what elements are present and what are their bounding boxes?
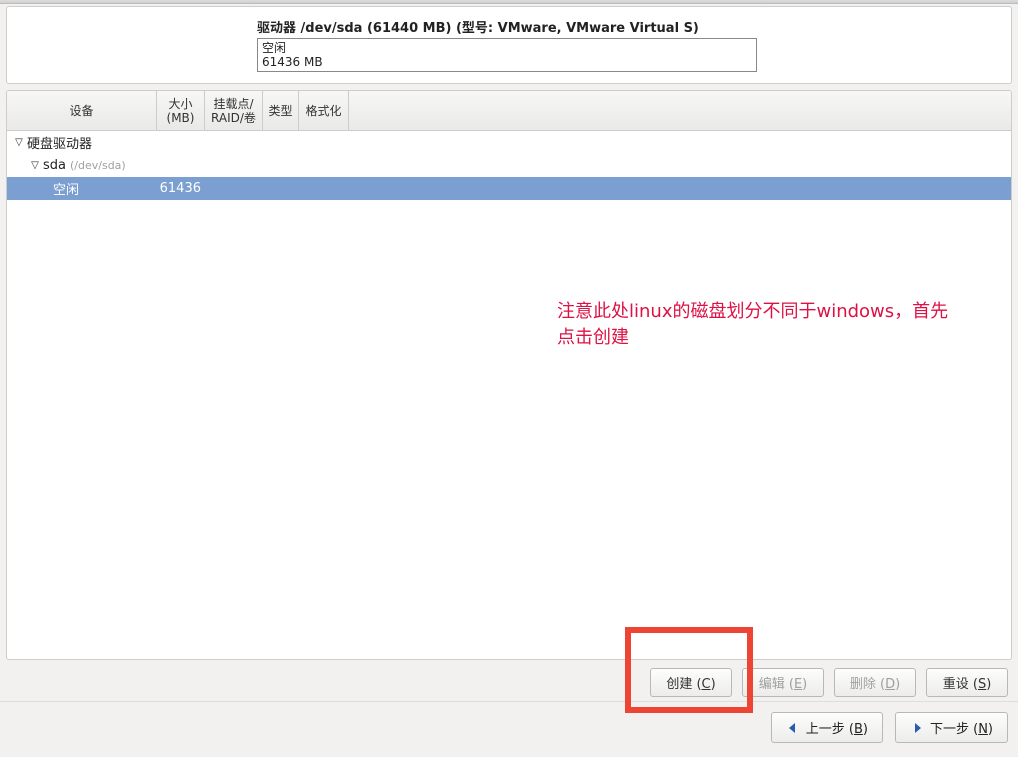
- tree-body[interactable]: ▽ 硬盘驱动器 ▽ sda (/dev/sda) 空闲 61436 注意此处li…: [7, 131, 1011, 659]
- reset-button[interactable]: 重设 (S): [926, 668, 1008, 697]
- back-button[interactable]: 上一步 (B): [771, 712, 883, 743]
- header-size[interactable]: 大小(MB): [157, 91, 205, 130]
- partition-bar-size: 61436 MB: [262, 55, 752, 69]
- partition-action-bar: 创建 (C) 编辑 (E) 删除 (D) 重设 (S): [0, 660, 1018, 701]
- header-format[interactable]: 格式化: [299, 91, 349, 130]
- header-type[interactable]: 类型: [263, 91, 299, 130]
- delete-button: 删除 (D): [834, 668, 916, 697]
- drive-summary-panel: 驱动器 /dev/sda (61440 MB) (型号: VMware, VMw…: [6, 6, 1012, 84]
- tree-row-hard-drives[interactable]: ▽ 硬盘驱动器: [7, 131, 1011, 154]
- tree-headers: 设备 大小(MB) 挂载点/RAID/卷 类型 格式化: [7, 91, 1011, 131]
- window-titlebar: [0, 0, 1018, 4]
- tree-label: 硬盘驱动器: [27, 133, 92, 152]
- tree-row-free[interactable]: 空闲 61436: [7, 177, 1011, 200]
- annotation-text: 注意此处linux的磁盘划分不同于windows，首先 点击创建: [557, 299, 948, 351]
- tree-label: 空闲: [53, 179, 79, 198]
- device-path: (/dev/sda): [70, 159, 126, 172]
- create-button[interactable]: 创建 (C): [650, 668, 732, 697]
- partition-usage-bar: 空闲 61436 MB: [257, 38, 757, 72]
- wizard-nav-bar: 上一步 (B) 下一步 (N): [0, 701, 1018, 753]
- tree-row-sda[interactable]: ▽ sda (/dev/sda): [7, 154, 1011, 177]
- next-button[interactable]: 下一步 (N): [895, 712, 1008, 743]
- header-device[interactable]: 设备: [7, 91, 157, 130]
- tree-label: sda: [43, 158, 66, 173]
- partition-bar-label: 空闲: [262, 41, 752, 55]
- tree-size: 61436: [157, 181, 205, 196]
- expander-icon[interactable]: ▽: [13, 137, 25, 149]
- header-mount[interactable]: 挂载点/RAID/卷: [205, 91, 263, 130]
- arrow-left-icon: [786, 721, 800, 735]
- drive-title: 驱动器 /dev/sda (61440 MB) (型号: VMware, VMw…: [257, 17, 993, 36]
- expander-icon[interactable]: ▽: [29, 160, 41, 172]
- partition-tree-panel: 设备 大小(MB) 挂载点/RAID/卷 类型 格式化 ▽ 硬盘驱动器 ▽ sd…: [6, 90, 1012, 660]
- edit-button: 编辑 (E): [742, 668, 824, 697]
- arrow-right-icon: [910, 721, 924, 735]
